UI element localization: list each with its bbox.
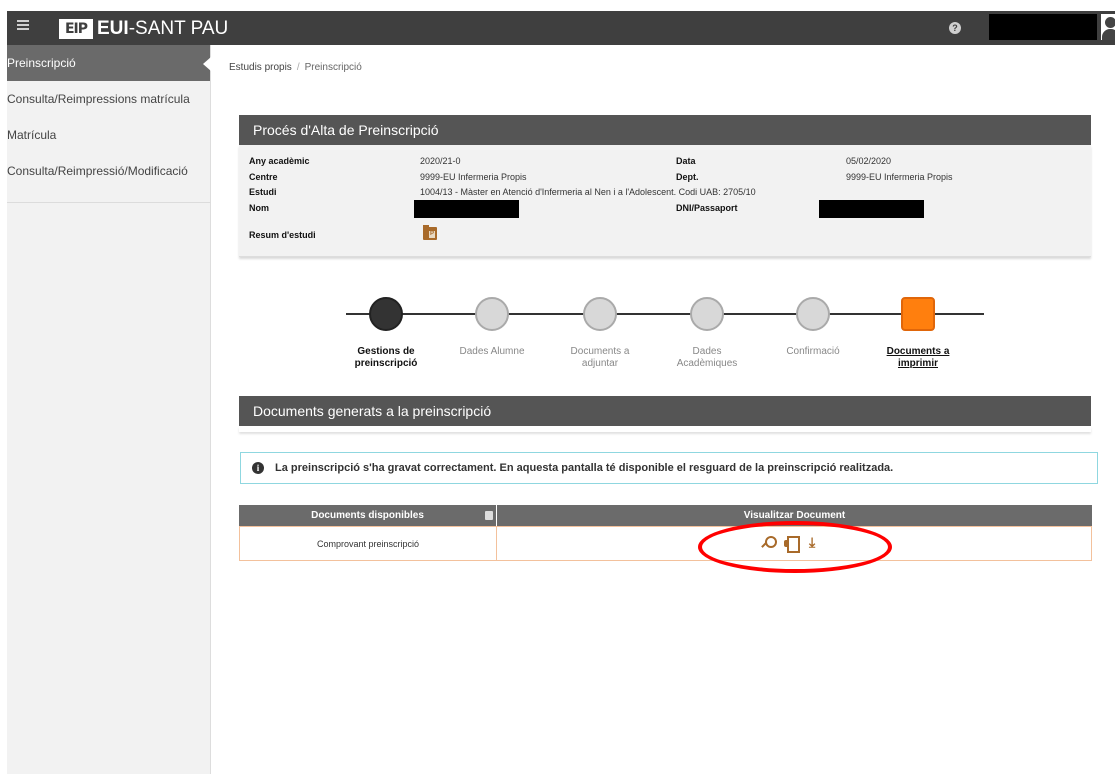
resum-estudi-label: Resum d'estudi xyxy=(249,230,316,240)
step-1-dot xyxy=(369,297,403,331)
breadcrumb-current: Preinscripció xyxy=(304,62,362,73)
documents-panel-underline xyxy=(239,426,1091,432)
step-2-label: Dades Alumne xyxy=(459,346,525,357)
step-2-dot xyxy=(475,297,509,331)
red-annotation-ellipse xyxy=(698,521,892,573)
dni-value-redacted xyxy=(819,200,924,218)
documents-panel-title: Documents generats a la preinscripció xyxy=(239,396,1091,426)
sidebar-item-consulta-reimpressions[interactable]: Consulta/Reimpressions matrícula xyxy=(7,81,210,117)
breadcrumb-root[interactable]: Estudis propis xyxy=(229,62,292,73)
user-name-redacted[interactable] xyxy=(989,14,1097,40)
centre-label: Centre xyxy=(249,172,278,182)
centre-value: 9999-EU Infermeria Propis xyxy=(420,172,527,182)
study-summary-folder-icon[interactable]: P xyxy=(423,225,437,240)
estudi-value: 1004/13 - Màster en Atenció d'Infermeria… xyxy=(420,187,756,197)
step-3-dot xyxy=(583,297,617,331)
logo-text: EUI-SANT PAU xyxy=(97,18,229,39)
step-4-label: Dades Acadèmiques xyxy=(676,346,738,369)
step-6-label[interactable]: Documents a imprimir xyxy=(868,346,968,370)
breadcrumb-separator: / xyxy=(296,62,300,73)
table-row-document-name: Comprovant preinscripció xyxy=(239,526,497,561)
hamburger-menu-icon[interactable] xyxy=(17,20,29,34)
sidebar: Preinscripció Consulta/Reimpressions mat… xyxy=(7,45,211,774)
table-header-documents: Documents disponibles xyxy=(239,505,496,526)
question-circle-icon[interactable]: ? xyxy=(949,22,961,34)
info-alert: i La preinscripció s'ha gravat correctam… xyxy=(240,452,1098,484)
process-panel-title: Procés d'Alta de Preinscripció xyxy=(239,115,1091,145)
dni-label: DNI/Passaport xyxy=(676,203,738,213)
step-5-dot xyxy=(796,297,830,331)
sidebar-divider xyxy=(7,202,211,203)
data-value: 05/02/2020 xyxy=(846,156,892,166)
process-panel-body xyxy=(239,145,1091,257)
estudi-label: Estudi xyxy=(249,187,277,197)
nom-label: Nom xyxy=(249,203,269,213)
sidebar-item-consulta-reimpressio-modificacio[interactable]: Consulta/Reimpressió/Modificació xyxy=(7,153,210,189)
top-navbar: EIP EUI-SANT PAU ? xyxy=(7,11,1115,45)
app-logo[interactable]: EIP EUI-SANT PAU xyxy=(59,18,228,40)
nom-value-redacted xyxy=(414,200,519,218)
sidebar-item-preinscripcio[interactable]: Preinscripció xyxy=(7,45,211,81)
user-avatar-icon[interactable] xyxy=(1101,14,1115,40)
any-academic-label: Any acadèmic xyxy=(249,156,310,166)
column-toggle-icon[interactable] xyxy=(485,511,493,520)
logo-mark: EIP xyxy=(59,19,93,39)
sidebar-item-matricula[interactable]: Matrícula xyxy=(7,117,210,153)
step-4-dot xyxy=(690,297,724,331)
data-label: Data xyxy=(676,156,696,166)
breadcrumb: Estudis propis / Preinscripció xyxy=(229,62,362,73)
step-1-label: Gestions de preinscripció xyxy=(354,346,418,369)
dept-value: 9999-EU Infermeria Propis xyxy=(846,172,953,182)
dept-label: Dept. xyxy=(676,172,699,182)
step-3-label: Documents a adjuntar xyxy=(570,346,630,369)
any-academic-value: 2020/21-0 xyxy=(420,156,461,166)
info-circle-icon: i xyxy=(252,462,264,474)
step-5-label: Confirmació xyxy=(786,346,840,357)
step-6-dot[interactable] xyxy=(901,297,935,331)
steps-track xyxy=(346,313,984,315)
info-alert-text: La preinscripció s'ha gravat correctamen… xyxy=(275,462,894,474)
